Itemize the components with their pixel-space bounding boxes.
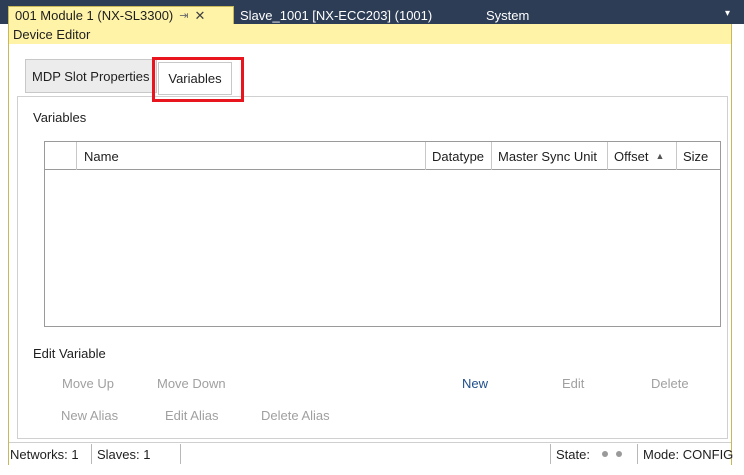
row-header-divider [76, 142, 77, 170]
status-separator [550, 444, 551, 464]
column-datatype-label: Datatype [432, 148, 485, 164]
status-state-label: State: [556, 446, 590, 462]
tab-overflow-chevron-down-icon[interactable]: ▾ [725, 8, 730, 19]
state-indicator-icon [615, 451, 622, 457]
delete-button[interactable]: Delete [651, 374, 689, 392]
new-button[interactable]: New [462, 374, 488, 392]
move-down-button[interactable]: Move Down [157, 374, 226, 392]
edit-button[interactable]: Edit [562, 374, 584, 392]
state-indicator-icon [601, 451, 608, 457]
status-separator [91, 444, 92, 464]
column-header-master-sync-unit[interactable]: Master Sync Unit [491, 142, 607, 170]
tab-system-label: System [486, 7, 530, 23]
status-state: State: [556, 446, 622, 462]
delete-alias-button[interactable]: Delete Alias [261, 406, 330, 424]
status-mode: Mode: CONFIG [643, 446, 734, 462]
tab-slave-1001[interactable]: Slave_1001 [NX-ECC203] (1001) [240, 6, 432, 24]
editor-title-bar: Device Editor [9, 24, 731, 44]
edit-alias-button[interactable]: Edit Alias [165, 406, 218, 424]
sort-ascending-icon: ▲ [655, 151, 665, 161]
tab-module-1[interactable]: 001 Module 1 (NX-SL3300) ⇥ ✕ [8, 6, 234, 24]
tab-slave-1001-label: Slave_1001 [NX-ECC203] (1001) [240, 7, 433, 23]
tab-mdp-slot-properties-label: MDP Slot Properties [32, 68, 150, 84]
status-networks: Networks: 1 [10, 446, 79, 462]
status-slaves: Slaves: 1 [97, 446, 151, 462]
column-header-size[interactable]: Size [676, 142, 720, 170]
edit-variable-section-label: Edit Variable [33, 346, 106, 361]
column-size-label: Size [683, 148, 709, 164]
new-alias-button[interactable]: New Alias [61, 406, 118, 424]
tab-system[interactable]: System [486, 6, 529, 24]
tab-mdp-slot-properties[interactable]: MDP Slot Properties [25, 59, 157, 93]
variables-section-label: Variables [33, 110, 87, 125]
column-header-offset[interactable]: Offset ▲ [607, 142, 676, 170]
column-header-datatype[interactable]: Datatype [425, 142, 491, 170]
column-offset-label: Offset [614, 148, 649, 164]
tab-module-1-label: 001 Module 1 (NX-SL3300) [15, 8, 174, 23]
close-icon[interactable]: ✕ [194, 8, 205, 24]
status-separator [637, 444, 638, 464]
move-up-button[interactable]: Move Up [62, 374, 114, 392]
column-name-label: Name [84, 148, 119, 164]
editor-title: Device Editor [13, 26, 91, 42]
pin-icon[interactable]: ⇥ [179, 9, 188, 22]
highlight-box [152, 57, 244, 102]
column-header-name[interactable]: Name [78, 142, 425, 170]
status-separator [180, 444, 181, 464]
column-master-sync-unit-label: Master Sync Unit [498, 148, 597, 164]
